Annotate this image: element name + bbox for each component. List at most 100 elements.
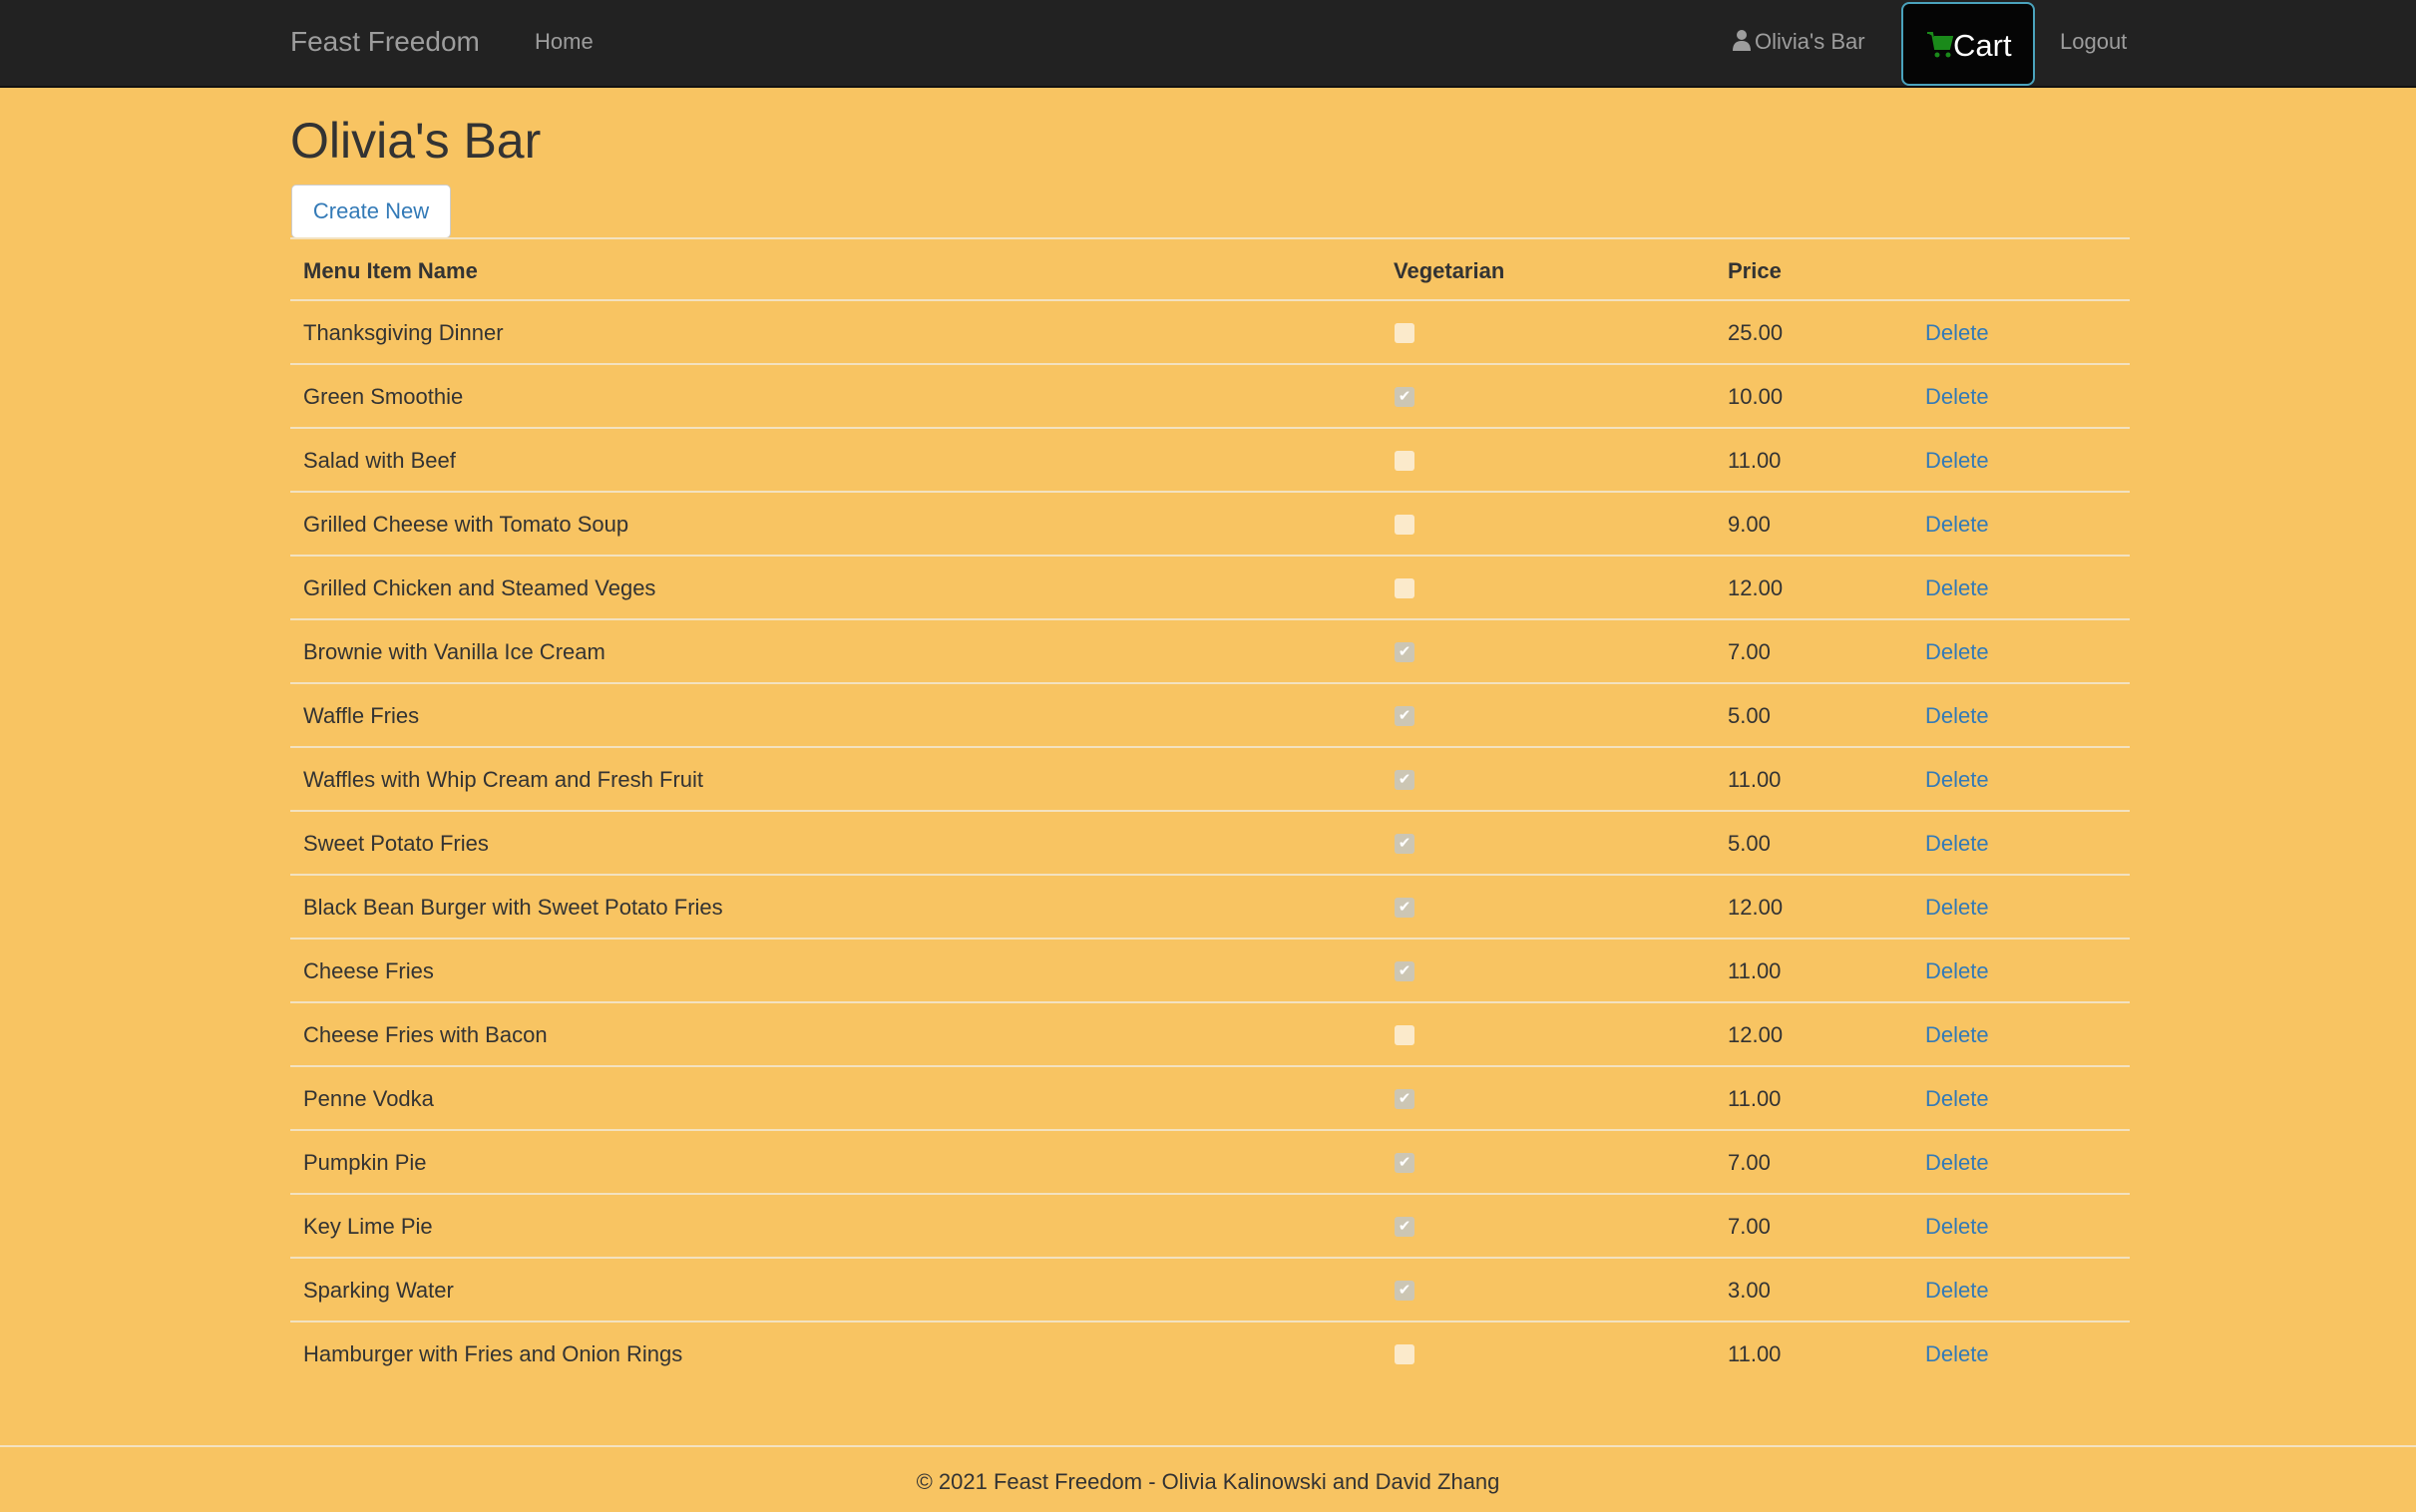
cart-button[interactable]: Cart bbox=[1901, 2, 2035, 86]
vegetarian-checkbox: ✔ bbox=[1395, 770, 1414, 790]
item-price: 9.00 bbox=[1728, 512, 1771, 537]
item-name: Hamburger with Fries and Onion Rings bbox=[303, 1341, 683, 1366]
delete-link[interactable]: Delete bbox=[1925, 639, 1989, 665]
item-price: 10.00 bbox=[1728, 384, 1784, 409]
vegetarian-checkbox bbox=[1395, 323, 1414, 343]
item-price: 7.00 bbox=[1728, 1150, 1771, 1175]
item-name: Salad with Beef bbox=[303, 448, 456, 473]
item-name: Sparking Water bbox=[303, 1278, 454, 1303]
item-price: 3.00 bbox=[1728, 1278, 1771, 1303]
vegetarian-checkbox: ✔ bbox=[1395, 387, 1414, 407]
item-price: 7.00 bbox=[1728, 639, 1771, 664]
item-price: 11.00 bbox=[1728, 958, 1782, 983]
cart-icon bbox=[1927, 32, 1954, 58]
item-name: Waffles with Whip Cream and Fresh Fruit bbox=[303, 767, 704, 792]
item-name: Grilled Chicken and Steamed Veges bbox=[303, 575, 656, 600]
table-row: Key Lime Pie ✔ 7.00 Delete bbox=[290, 1193, 2130, 1257]
vegetarian-checkbox: ✔ bbox=[1395, 898, 1414, 918]
header-name: Menu Item Name bbox=[303, 258, 478, 283]
delete-link[interactable]: Delete bbox=[1925, 384, 1989, 410]
item-price: 12.00 bbox=[1728, 1022, 1784, 1047]
vegetarian-checkbox: ✔ bbox=[1395, 1281, 1414, 1301]
delete-link[interactable]: Delete bbox=[1925, 512, 1989, 538]
item-price: 11.00 bbox=[1728, 767, 1782, 792]
item-name: Penne Vodka bbox=[303, 1086, 434, 1111]
delete-link[interactable]: Delete bbox=[1925, 1214, 1989, 1240]
vegetarian-checkbox bbox=[1395, 1025, 1414, 1045]
nav-user[interactable]: Olivia's Bar bbox=[1733, 29, 1865, 55]
delete-link[interactable]: Delete bbox=[1925, 320, 1989, 346]
nav-user-label: Olivia's Bar bbox=[1755, 29, 1865, 54]
item-name: Green Smoothie bbox=[303, 384, 464, 409]
delete-link[interactable]: Delete bbox=[1925, 831, 1989, 857]
vegetarian-checkbox: ✔ bbox=[1395, 961, 1414, 981]
vegetarian-checkbox: ✔ bbox=[1395, 834, 1414, 854]
item-name: Brownie with Vanilla Ice Cream bbox=[303, 639, 605, 664]
item-name: Cheese Fries bbox=[303, 958, 434, 983]
header-price: Price bbox=[1728, 258, 1782, 283]
item-price: 11.00 bbox=[1728, 1086, 1782, 1111]
header-vegetarian: Vegetarian bbox=[1394, 258, 1505, 283]
item-name: Pumpkin Pie bbox=[303, 1150, 427, 1175]
table-row: Penne Vodka ✔ 11.00 Delete bbox=[290, 1065, 2130, 1129]
vegetarian-checkbox: ✔ bbox=[1395, 706, 1414, 726]
table-row: Hamburger with Fries and Onion Rings 11.… bbox=[290, 1321, 2130, 1384]
logout-link[interactable]: Logout bbox=[2060, 29, 2127, 55]
table-row: Black Bean Burger with Sweet Potato Frie… bbox=[290, 874, 2130, 938]
navbar: Feast Freedom Home Olivia's Bar Cart Log… bbox=[0, 0, 2416, 88]
create-new-button[interactable]: Create New bbox=[291, 185, 451, 238]
item-name: Key Lime Pie bbox=[303, 1214, 433, 1239]
vegetarian-checkbox bbox=[1395, 1344, 1414, 1364]
brand-link[interactable]: Feast Freedom bbox=[290, 26, 480, 58]
delete-link[interactable]: Delete bbox=[1925, 448, 1989, 474]
delete-link[interactable]: Delete bbox=[1925, 958, 1989, 984]
cart-label: Cart bbox=[1953, 28, 2012, 63]
table-row: Brownie with Vanilla Ice Cream ✔ 7.00 De… bbox=[290, 618, 2130, 682]
item-name: Sweet Potato Fries bbox=[303, 831, 489, 856]
delete-link[interactable]: Delete bbox=[1925, 895, 1989, 921]
vegetarian-checkbox bbox=[1395, 515, 1414, 535]
table-row: Green Smoothie ✔ 10.00 Delete bbox=[290, 363, 2130, 427]
table-row: Salad with Beef 11.00 Delete bbox=[290, 427, 2130, 491]
menu-table: Menu Item Name Vegetarian Price Thanksgi… bbox=[290, 237, 2130, 1384]
delete-link[interactable]: Delete bbox=[1925, 1086, 1989, 1112]
vegetarian-checkbox: ✔ bbox=[1395, 1217, 1414, 1237]
item-price: 11.00 bbox=[1728, 448, 1782, 473]
delete-link[interactable]: Delete bbox=[1925, 575, 1989, 601]
item-price: 12.00 bbox=[1728, 575, 1784, 600]
table-row: Grilled Cheese with Tomato Soup 9.00 Del… bbox=[290, 491, 2130, 555]
delete-link[interactable]: Delete bbox=[1925, 1278, 1989, 1304]
delete-link[interactable]: Delete bbox=[1925, 1341, 1989, 1367]
nav-home[interactable]: Home bbox=[535, 29, 594, 55]
delete-link[interactable]: Delete bbox=[1925, 1022, 1989, 1048]
table-row: Sparking Water ✔ 3.00 Delete bbox=[290, 1257, 2130, 1321]
vegetarian-checkbox bbox=[1395, 451, 1414, 471]
item-price: 7.00 bbox=[1728, 1214, 1771, 1239]
item-price: 25.00 bbox=[1728, 320, 1784, 345]
user-icon bbox=[1733, 30, 1751, 51]
item-price: 11.00 bbox=[1728, 1341, 1782, 1366]
delete-link[interactable]: Delete bbox=[1925, 703, 1989, 729]
table-row: Waffles with Whip Cream and Fresh Fruit … bbox=[290, 746, 2130, 810]
item-name: Grilled Cheese with Tomato Soup bbox=[303, 512, 629, 537]
item-name: Black Bean Burger with Sweet Potato Frie… bbox=[303, 895, 723, 920]
table-row: Pumpkin Pie ✔ 7.00 Delete bbox=[290, 1129, 2130, 1193]
vegetarian-checkbox: ✔ bbox=[1395, 1089, 1414, 1109]
table-row: Grilled Chicken and Steamed Veges 12.00 … bbox=[290, 555, 2130, 618]
vegetarian-checkbox: ✔ bbox=[1395, 642, 1414, 662]
page-title: Olivia's Bar bbox=[290, 113, 542, 169]
table-row: Waffle Fries ✔ 5.00 Delete bbox=[290, 682, 2130, 746]
table-row: Cheese Fries with Bacon 12.00 Delete bbox=[290, 1001, 2130, 1065]
delete-link[interactable]: Delete bbox=[1925, 767, 1989, 793]
footer: © 2021 Feast Freedom - Olivia Kalinowski… bbox=[0, 1445, 2416, 1495]
table-row: Cheese Fries ✔ 11.00 Delete bbox=[290, 938, 2130, 1001]
item-name: Cheese Fries with Bacon bbox=[303, 1022, 548, 1047]
item-price: 5.00 bbox=[1728, 703, 1771, 728]
delete-link[interactable]: Delete bbox=[1925, 1150, 1989, 1176]
item-name: Thanksgiving Dinner bbox=[303, 320, 504, 345]
item-name: Waffle Fries bbox=[303, 703, 420, 728]
vegetarian-checkbox: ✔ bbox=[1395, 1153, 1414, 1173]
table-row: Thanksgiving Dinner 25.00 Delete bbox=[290, 299, 2130, 363]
table-row: Sweet Potato Fries ✔ 5.00 Delete bbox=[290, 810, 2130, 874]
table-header: Menu Item Name Vegetarian Price bbox=[290, 237, 2130, 299]
